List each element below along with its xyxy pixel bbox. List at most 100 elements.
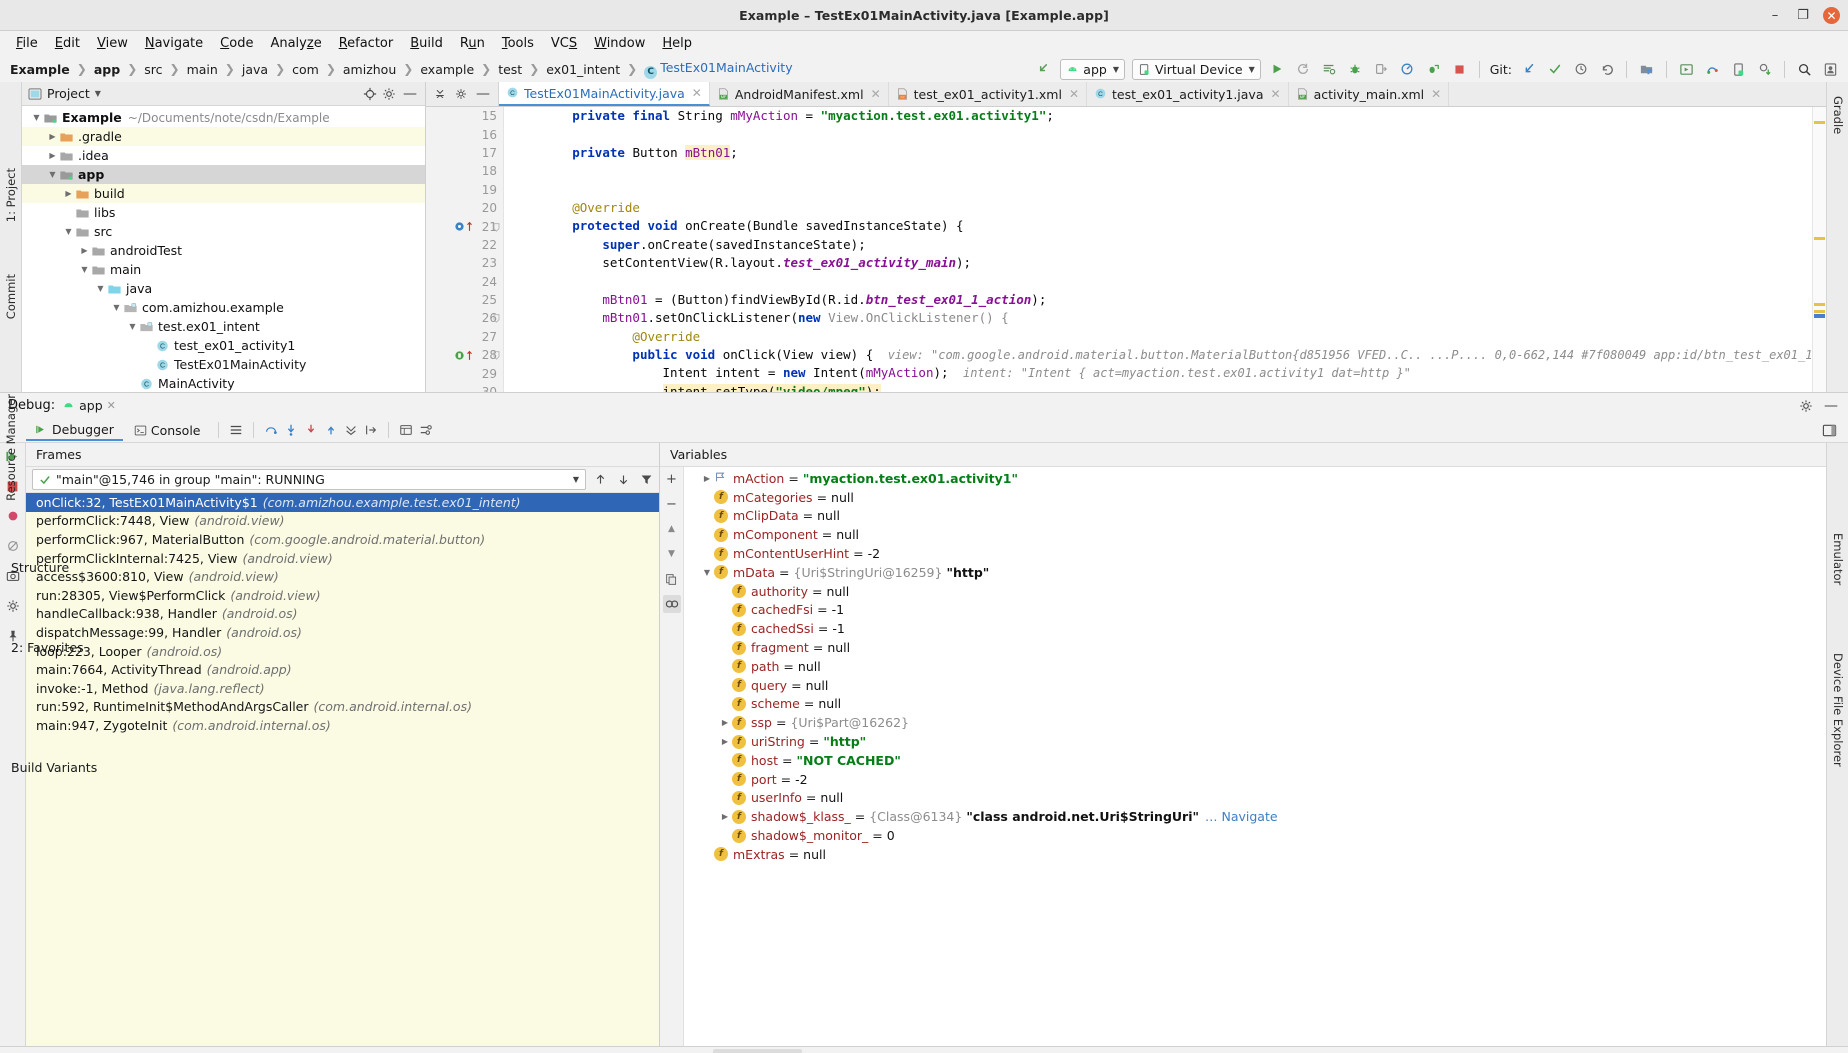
tree-node[interactable]: ▼app	[22, 165, 425, 184]
warning-marker[interactable]	[1814, 121, 1825, 124]
chevron-down-icon[interactable]: ▼	[126, 322, 139, 331]
frame-item[interactable]: main:7664, ActivityThread(android.app)	[26, 660, 659, 679]
breadcrumb-item-example[interactable]: Example	[8, 62, 72, 77]
step-over-icon[interactable]	[262, 421, 280, 439]
close-icon[interactable]: ✕	[871, 87, 881, 101]
gutter-mark-breakpoint-run[interactable]	[454, 221, 473, 232]
avd-manager-icon[interactable]	[1677, 60, 1696, 79]
debug-session-chip[interactable]: app ✕	[62, 398, 116, 413]
breadcrumb-item-ex01-intent[interactable]: ex01_intent	[544, 62, 622, 77]
move-down-icon[interactable]: ▼	[663, 545, 681, 563]
project-tree[interactable]: ▼Example~/Documents/note/csdn/Example▶.g…	[22, 106, 425, 392]
editor-tab-test-ex01-activity1-java[interactable]: Ctest_ex01_activity1.java✕	[1087, 82, 1289, 106]
variable-row[interactable]: fport=-2	[684, 770, 1826, 789]
code-lines[interactable]: private final String mMyAction = "myacti…	[504, 107, 1812, 392]
frame-item[interactable]: performClick:967, MaterialButton(com.goo…	[26, 530, 659, 549]
caret-marker[interactable]	[1814, 314, 1825, 318]
code-line[interactable]: super.onCreate(savedInstanceState);	[504, 236, 1812, 254]
toolwindow-button-5--debug[interactable]: 5: Debug	[713, 1049, 801, 1053]
add-watch-icon[interactable]: +	[663, 470, 681, 488]
variable-row[interactable]: fpath=null	[684, 657, 1826, 676]
restore-layout-icon[interactable]	[1820, 421, 1838, 439]
warning-marker[interactable]	[1814, 237, 1825, 240]
variable-row[interactable]: fmComponent=null	[684, 525, 1826, 544]
variable-row[interactable]: fmContentUserHint=-2	[684, 544, 1826, 563]
breadcrumb-item-src[interactable]: src	[142, 62, 164, 77]
mute-breakpoints-icon[interactable]	[4, 537, 22, 555]
settings-gear-icon[interactable]	[382, 87, 396, 101]
gutter-line[interactable]: 16	[426, 125, 503, 143]
tab-debugger[interactable]: Debugger	[26, 420, 123, 441]
chevron-right-icon[interactable]: ▶	[718, 718, 732, 727]
run-icon[interactable]	[1268, 60, 1287, 79]
toolwindow-button-4--run[interactable]: 4: Run	[639, 1049, 710, 1053]
rerun-icon[interactable]	[1294, 60, 1313, 79]
maximize-button[interactable]: ❐	[1795, 8, 1811, 24]
chevron-right-icon[interactable]: ▶	[718, 737, 732, 746]
menu-item-analyze[interactable]: Analyze	[262, 34, 329, 53]
gutter-line[interactable]: 28	[426, 346, 503, 364]
tree-node[interactable]: ▼main	[22, 260, 425, 279]
device-selector[interactable]: Virtual Device ▼	[1132, 59, 1261, 80]
stop-icon[interactable]	[1450, 60, 1469, 79]
toolwindow-button-database-inspector[interactable]: Database Inspector	[483, 1049, 636, 1053]
chevron-down-icon[interactable]: ▼	[62, 227, 75, 236]
tree-node[interactable]: CMainActivity	[22, 374, 425, 392]
code-line[interactable]: protected void onCreate(Bundle savedInst…	[504, 217, 1812, 235]
editor-tab-androidmanifest-xml[interactable]: MFAndroidManifest.xml✕	[710, 82, 889, 106]
variable-row[interactable]: ▶mAction="myaction.test.ex01.activity1"	[684, 469, 1826, 488]
frame-item[interactable]: run:592, RuntimeInit$MethodAndArgsCaller…	[26, 698, 659, 717]
layout-editor-icon[interactable]	[1703, 60, 1722, 79]
breadcrumb-item-app[interactable]: app	[92, 62, 122, 77]
menu-item-help[interactable]: Help	[654, 34, 700, 53]
frame-item[interactable]: access$3600:810, View(android.view)	[26, 567, 659, 586]
gutter-line[interactable]: 29	[426, 364, 503, 382]
rail-item-2--favorites[interactable]: 2: Favorites	[11, 640, 84, 655]
update-project-icon[interactable]	[1519, 60, 1538, 79]
code-line[interactable]: setContentView(R.layout.test_ex01_activi…	[504, 254, 1812, 272]
history-icon[interactable]	[1571, 60, 1590, 79]
move-up-icon[interactable]: ▲	[663, 520, 681, 538]
gutter-line[interactable]: 17	[426, 144, 503, 162]
toolwindow-button-layout-inspector[interactable]: Layout Inspector	[1706, 1049, 1842, 1053]
code-line[interactable]	[504, 162, 1812, 180]
back-arrow-icon[interactable]	[1034, 60, 1053, 79]
variable-row[interactable]: ▶fshadow$_klass_={Class@6134} "class and…	[684, 807, 1826, 826]
variable-row[interactable]: ffragment=null	[684, 638, 1826, 657]
close-icon[interactable]: ✕	[692, 86, 702, 100]
gutter-fold-icon[interactable]	[492, 350, 501, 360]
tree-node[interactable]: ▶.gradle	[22, 127, 425, 146]
rail-item-emulator[interactable]: Emulator	[1831, 533, 1845, 585]
run-configuration-selector[interactable]: app ▼	[1060, 59, 1125, 80]
rail-item-build-variants[interactable]: Build Variants	[11, 760, 97, 775]
code-line[interactable]	[504, 181, 1812, 199]
variables-tree[interactable]: ▶mAction="myaction.test.ex01.activity1" f…	[684, 467, 1826, 1046]
variable-row[interactable]: fscheme=null	[684, 695, 1826, 714]
gutter-line[interactable]: 25	[426, 291, 503, 309]
gutter-line[interactable]: 30	[426, 383, 503, 392]
locate-file-icon[interactable]	[363, 87, 377, 101]
variable-row[interactable]: fuserInfo=null	[684, 789, 1826, 808]
account-icon[interactable]	[1821, 60, 1840, 79]
rail-item-resource-manager[interactable]: Resource Manager	[4, 394, 18, 501]
tree-node[interactable]: ▼com.amizhou.example	[22, 298, 425, 317]
frame-item[interactable]: run:28305, View$PerformClick(android.vie…	[26, 586, 659, 605]
variable-row[interactable]: ▶fssp={Uri$Part@16262}	[684, 713, 1826, 732]
variable-row[interactable]: fcachedFsi=-1	[684, 601, 1826, 620]
sdk-manager-icon[interactable]	[1637, 60, 1656, 79]
frames-list[interactable]: onClick:32, TestEx01MainActivity$1(com.a…	[26, 493, 659, 1046]
code-line[interactable]: intent.setType("video/mpeg");	[504, 383, 1812, 392]
toolwindow-button-terminal[interactable]: Terminal	[145, 1049, 229, 1053]
rail-item-structure[interactable]: Structure	[11, 560, 69, 575]
chevron-right-icon[interactable]: ▶	[46, 151, 59, 160]
chevron-down-icon[interactable]: ▼	[94, 284, 107, 293]
chevron-down-icon[interactable]: ▼	[573, 475, 579, 484]
frame-item[interactable]: performClick:7448, View(android.view)	[26, 512, 659, 531]
frame-item[interactable]: handleCallback:938, Handler(android.os)	[26, 605, 659, 624]
chevron-right-icon[interactable]: ▶	[718, 812, 732, 821]
code-line[interactable]: @Override	[504, 328, 1812, 346]
menu-item-file[interactable]: File	[8, 34, 46, 53]
settings-gear-icon[interactable]	[1797, 397, 1815, 415]
editor-tab-test-ex01-activity1-xml[interactable]: <>test_ex01_activity1.xml✕	[889, 82, 1087, 106]
variable-row[interactable]: fauthority=null	[684, 582, 1826, 601]
